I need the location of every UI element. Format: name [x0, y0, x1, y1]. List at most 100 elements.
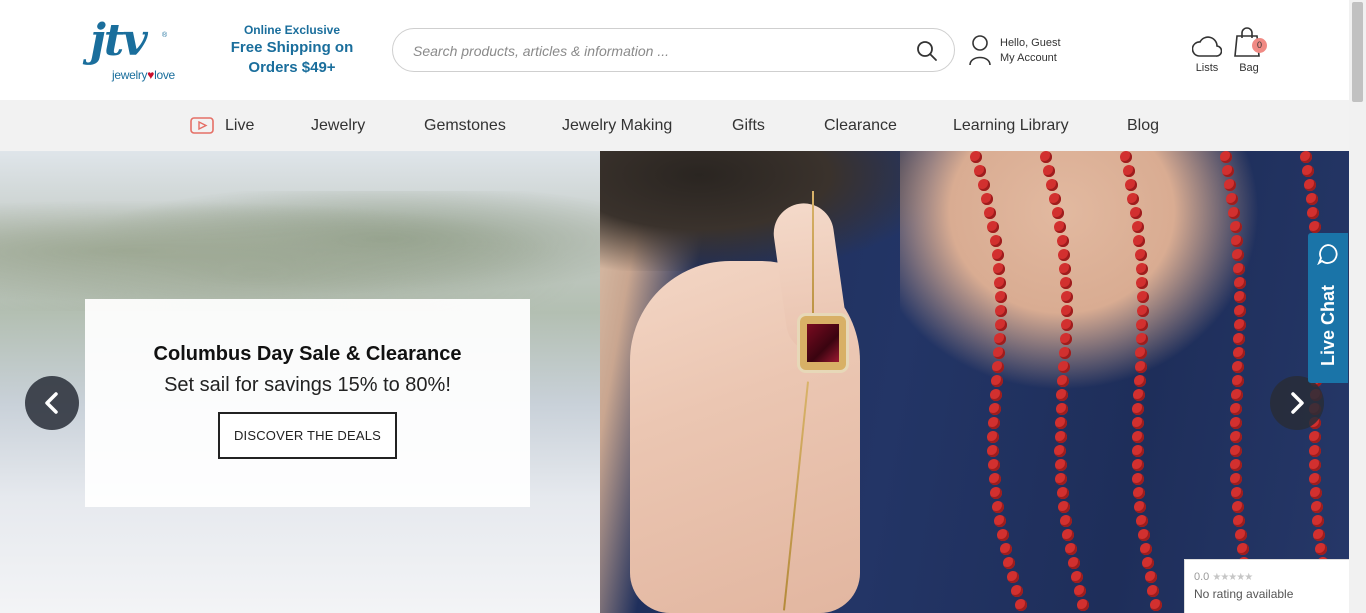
- hero-title: Columbus Day Sale & Clearance: [153, 343, 462, 365]
- coral-bead: [1308, 459, 1321, 471]
- coral-bead: [987, 417, 1000, 429]
- live-chat-tab[interactable]: Live Chat: [1308, 233, 1348, 383]
- coral-bead: [1230, 389, 1243, 401]
- coral-bead: [1232, 263, 1245, 275]
- coral-bead: [987, 431, 1000, 443]
- coral-bead: [1135, 515, 1148, 527]
- coral-bead: [1134, 501, 1147, 513]
- coral-bead: [1046, 179, 1059, 191]
- coral-bead: [1054, 445, 1067, 457]
- coral-bead: [1122, 165, 1135, 177]
- lists-button[interactable]: Lists: [1190, 30, 1224, 74]
- coral-bead: [1054, 417, 1067, 429]
- coral-bead: [1234, 529, 1247, 541]
- coral-bead: [1305, 193, 1318, 205]
- coral-bead: [1054, 431, 1067, 443]
- nav-item-jewelry[interactable]: Jewelry: [311, 100, 365, 151]
- nav-label-clearance: Clearance: [824, 117, 897, 134]
- coral-bead: [1231, 375, 1244, 387]
- coral-bead: [1226, 193, 1239, 205]
- coral-bead: [1056, 389, 1069, 401]
- coral-bead: [1233, 277, 1246, 289]
- coral-bead: [1308, 221, 1321, 233]
- coral-bead: [1125, 179, 1138, 191]
- coral-bead: [1060, 305, 1073, 317]
- nav-item-learning-library[interactable]: Learning Library: [953, 100, 1069, 151]
- site-header: jtv ® jewelry♥love Online Exclusive Free…: [0, 0, 1349, 100]
- search-icon[interactable]: [916, 40, 938, 62]
- coral-bead: [987, 221, 1000, 233]
- coral-bead: [1059, 263, 1072, 275]
- carousel-prev-button[interactable]: [25, 376, 79, 430]
- coral-bead: [987, 445, 1000, 457]
- discover-deals-button[interactable]: DISCOVER THE DEALS: [218, 412, 397, 459]
- coral-bead: [1062, 529, 1075, 541]
- coral-bead: [1313, 529, 1326, 541]
- coral-bead: [1133, 487, 1146, 499]
- nav-item-blog[interactable]: Blog: [1127, 100, 1159, 151]
- coral-bead: [1060, 277, 1073, 289]
- coral-bead: [1311, 515, 1324, 527]
- coral-bead: [1003, 557, 1016, 569]
- nav-item-gifts[interactable]: Gifts: [732, 100, 765, 151]
- logo-tagline: jewelry♥love: [112, 68, 175, 82]
- coral-bead: [1229, 221, 1242, 233]
- coral-bead: [1074, 585, 1086, 597]
- nav-label-gemstones: Gemstones: [424, 117, 506, 134]
- coral-bead: [1149, 599, 1162, 611]
- chat-bubble-icon: [1317, 244, 1338, 265]
- coral-bead: [1054, 221, 1067, 233]
- coral-bead: [993, 347, 1006, 359]
- coral-bead: [988, 473, 1001, 485]
- rating-widget[interactable]: 0.0 ★★★★★ No rating available: [1184, 559, 1349, 613]
- scrollbar-thumb[interactable]: [1352, 2, 1363, 102]
- nav-item-clearance[interactable]: Clearance: [824, 100, 897, 151]
- nav-label-gifts: Gifts: [732, 117, 765, 134]
- nav-label-blog: Blog: [1127, 117, 1160, 134]
- coral-bead: [1058, 361, 1071, 373]
- coral-bead: [1232, 347, 1245, 359]
- garnet-gem: [807, 324, 839, 362]
- bag-label: Bag: [1239, 62, 1259, 74]
- coral-bead: [1060, 291, 1073, 303]
- coral-bead: [1309, 487, 1322, 499]
- coral-bead: [989, 487, 1002, 499]
- promo-line-1: Free Shipping on: [230, 39, 354, 56]
- coral-bead: [1014, 599, 1027, 611]
- logo-wordmark: jtv: [90, 15, 148, 66]
- coral-bead: [1300, 151, 1312, 163]
- coral-bead: [1059, 347, 1072, 359]
- coral-bead: [1137, 529, 1150, 541]
- coral-bead: [1059, 515, 1072, 527]
- coral-bead: [1010, 585, 1023, 597]
- coral-bead: [1055, 473, 1068, 485]
- nav-item-live[interactable]: Live: [190, 100, 254, 151]
- account-label: My Account: [1000, 52, 1057, 64]
- coral-bead: [1303, 179, 1316, 191]
- chevron-right-icon: [1291, 392, 1304, 414]
- coral-bead: [1120, 151, 1132, 163]
- account-link[interactable]: Hello, Guest My Account: [968, 33, 1078, 69]
- coral-bead: [1310, 501, 1323, 513]
- coral-bead: [1308, 445, 1321, 457]
- coral-bead: [1136, 305, 1149, 317]
- hero-promo-card: Columbus Day Sale & Clearance Set sail f…: [85, 299, 530, 507]
- coral-bead: [1064, 543, 1077, 555]
- bag-button[interactable]: 0 Bag: [1232, 26, 1267, 74]
- nav-item-gemstones[interactable]: Gemstones: [424, 100, 506, 151]
- coral-bead: [1232, 501, 1245, 513]
- coral-bead: [1142, 557, 1155, 569]
- coral-bead: [1228, 207, 1241, 219]
- coral-bead: [1040, 151, 1052, 163]
- coral-bead: [1307, 207, 1320, 219]
- coral-bead: [1056, 235, 1069, 247]
- shipping-promo[interactable]: Online Exclusive Free Shipping on Orders…: [222, 22, 362, 78]
- carousel-next-button[interactable]: [1270, 376, 1324, 430]
- nav-item-jewelry-making[interactable]: Jewelry Making: [562, 100, 672, 151]
- promo-line-2: Orders $49+: [248, 59, 336, 76]
- coral-bead: [1134, 249, 1147, 261]
- coral-bead: [1052, 207, 1065, 219]
- page-scrollbar[interactable]: [1349, 0, 1366, 613]
- search-input[interactable]: [413, 40, 893, 62]
- jtv-logo[interactable]: jtv ® jewelry♥love: [90, 14, 190, 86]
